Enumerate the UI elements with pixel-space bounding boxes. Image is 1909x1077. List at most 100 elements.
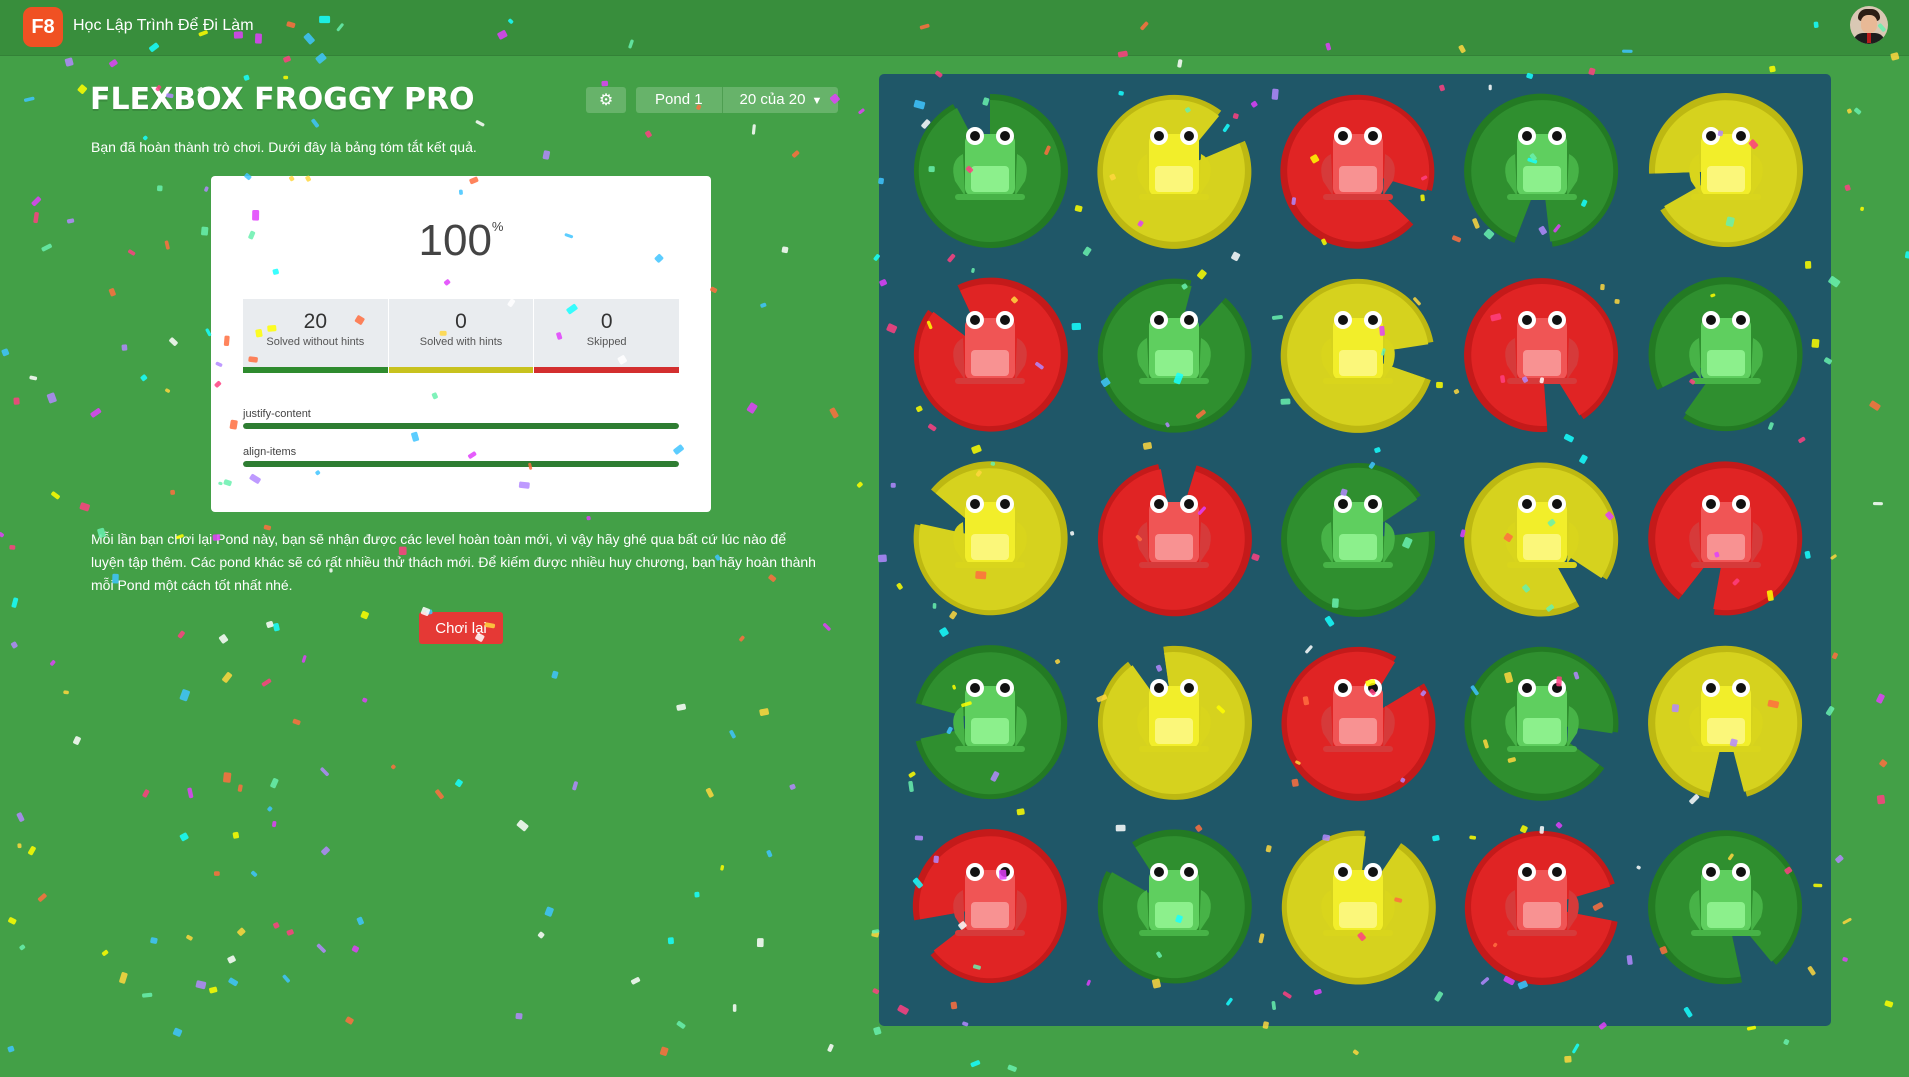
topic-name: align-items (243, 446, 297, 458)
confetti-piece (760, 302, 767, 308)
lilypad-red (905, 822, 1075, 992)
confetti-piece (345, 1016, 354, 1025)
confetti-piece (222, 672, 233, 683)
f8-logo[interactable]: F8 (23, 7, 63, 47)
confetti-piece (1842, 957, 1848, 962)
confetti-piece (1854, 107, 1862, 115)
confetti-piece (16, 812, 25, 822)
pond-selector: Pond 1 20 của 20 ▼ (636, 87, 839, 113)
confetti-piece (729, 730, 736, 739)
lilypad-red (905, 270, 1075, 440)
topic-progress-fill (243, 423, 679, 429)
confetti-piece (1876, 794, 1886, 805)
confetti-piece (1177, 59, 1183, 68)
pond-label[interactable]: Pond 1 (636, 87, 723, 113)
confetti-piece (283, 55, 291, 63)
confetti-piece (11, 597, 19, 608)
confetti-piece (1352, 1049, 1359, 1056)
confetti-piece (320, 767, 329, 777)
settings-button[interactable]: ⚙ (586, 87, 626, 113)
confetti-piece (720, 865, 725, 871)
score-unit: % (491, 219, 504, 235)
confetti-piece (41, 243, 52, 252)
lilypad-red (1273, 638, 1443, 808)
game-title: FLEXBOX FROGGY PRO (90, 82, 475, 117)
score-value: 100 (418, 216, 492, 265)
confetti-piece (228, 977, 239, 987)
site-title[interactable]: Học Lập Trình Để Đi Làm (73, 17, 254, 35)
confetti-piece (1844, 184, 1851, 191)
confetti-piece (544, 906, 554, 917)
confetti-piece (316, 943, 326, 953)
confetti-piece (1, 348, 10, 357)
confetti-piece (31, 196, 42, 207)
confetti-piece (667, 937, 674, 945)
confetti-piece (204, 186, 209, 192)
confetti-piece (251, 870, 258, 877)
stat-value: 0 (455, 310, 467, 333)
confetti-piece (455, 779, 463, 788)
confetti-piece (0, 532, 5, 538)
confetti-piece (572, 781, 578, 791)
lilypad-yellow (1457, 454, 1627, 624)
confetti-piece (311, 118, 320, 128)
confetti-piece (759, 708, 770, 717)
confetti-piece (586, 515, 591, 521)
confetti-piece (1860, 206, 1864, 211)
confetti-piece (170, 489, 176, 495)
confetti-piece (756, 938, 764, 948)
confetti-piece (19, 944, 26, 951)
confetti-piece (351, 945, 359, 953)
confetti-piece (17, 843, 22, 849)
lilypad-green (1457, 638, 1627, 808)
confetti-piece (1572, 1043, 1580, 1054)
replay-button[interactable]: Chơi lại (419, 612, 503, 644)
confetti-piece (142, 992, 153, 998)
confetti-piece (63, 690, 69, 695)
confetti-piece (150, 937, 158, 944)
confetti-piece (1842, 917, 1852, 925)
confetti-piece (822, 623, 831, 631)
confetti-piece (8, 917, 17, 925)
gear-icon: ⚙ (598, 92, 614, 109)
confetti-piece (273, 922, 280, 929)
confetti-piece (46, 392, 57, 404)
stat-value: 20 (303, 310, 328, 333)
confetti-piece (209, 986, 218, 994)
confetti-piece (1884, 1000, 1894, 1008)
lilypad-red (1457, 270, 1627, 440)
confetti-piece (195, 980, 207, 990)
lilypad-yellow (1273, 270, 1443, 440)
lilypad-green (1273, 454, 1443, 624)
confetti-piece (475, 120, 485, 127)
confetti-piece (243, 74, 250, 81)
stat-solved-with-hints: 0 Solved with hints (388, 299, 535, 373)
level-label: 20 của 20 (739, 91, 806, 108)
confetti-piece (551, 670, 559, 679)
confetti-piece (272, 821, 277, 828)
user-avatar-icon[interactable] (1850, 6, 1888, 44)
level-dropdown[interactable]: 20 của 20 ▼ (723, 87, 839, 113)
stat-label: Solved without hints (266, 336, 365, 348)
confetti-piece (827, 1043, 834, 1052)
lilypad-yellow (1089, 638, 1259, 808)
lilypad-yellow (1641, 638, 1811, 808)
confetti-piece (73, 736, 81, 745)
lilypad-red (1457, 822, 1627, 992)
confetti-piece (537, 931, 545, 939)
confetti-piece (1879, 759, 1888, 768)
confetti-piece (601, 80, 609, 87)
confetti-piece (391, 764, 396, 770)
confetti-piece (766, 850, 773, 858)
confetti-piece (873, 1026, 882, 1036)
confetti-piece (301, 655, 307, 663)
confetti-piece (781, 246, 789, 254)
confetti-piece (64, 57, 74, 67)
confetti-piece (1007, 1064, 1017, 1072)
confetti-piece (13, 397, 20, 405)
score: 100% (211, 216, 711, 266)
confetti-piece (1769, 65, 1776, 73)
confetti-piece (676, 703, 687, 711)
confetti-piece (164, 240, 170, 250)
confetti-piece (751, 124, 756, 135)
